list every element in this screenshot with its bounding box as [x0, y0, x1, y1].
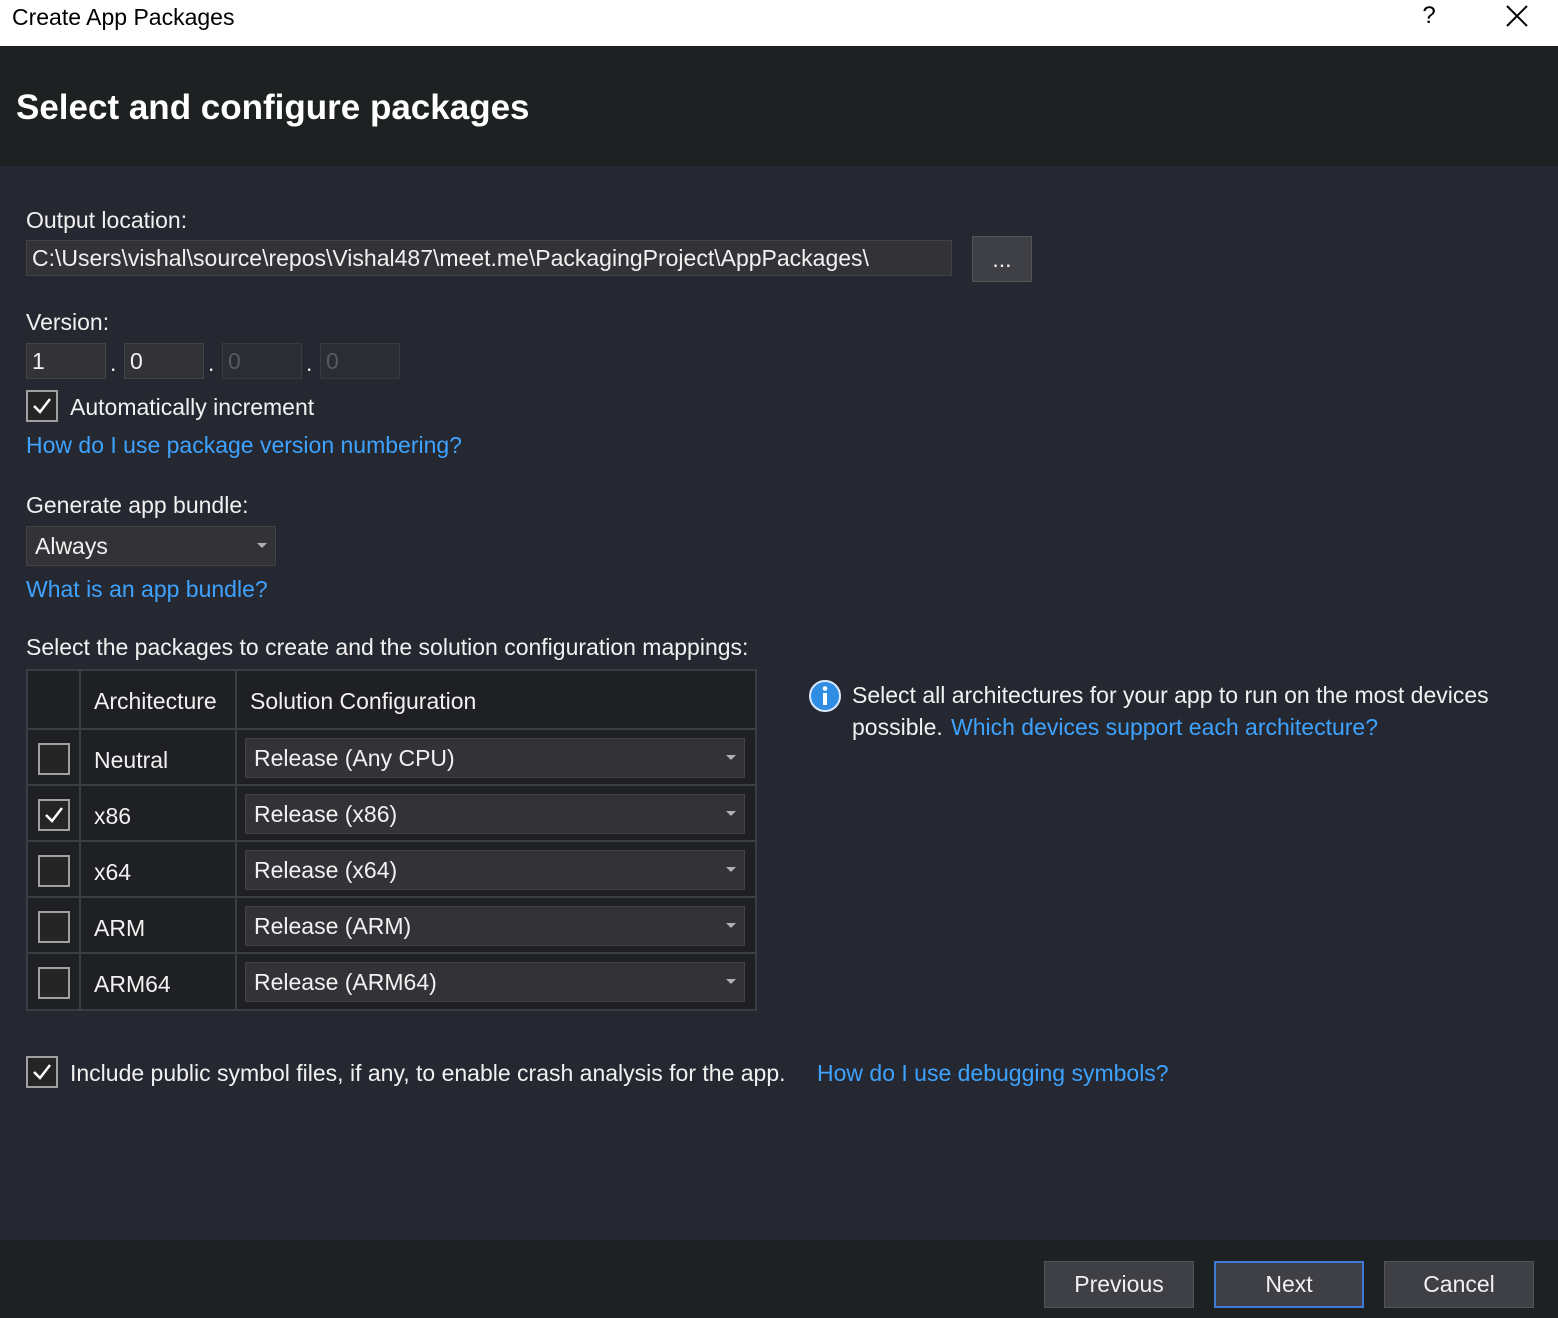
version-revision-input[interactable]: 0 — [320, 343, 400, 379]
version-separator: . — [208, 350, 215, 376]
previous-button[interactable]: Previous — [1044, 1261, 1194, 1308]
version-separator: . — [306, 350, 313, 376]
table-divider — [28, 896, 755, 898]
close-icon[interactable] — [1503, 2, 1531, 30]
include-symbols-checkbox[interactable] — [26, 1056, 58, 1088]
column-header-architecture: Architecture — [94, 688, 217, 714]
page-header: Select and configure packages — [0, 46, 1558, 166]
chevron-down-icon — [257, 543, 267, 548]
configuration-value: Release (Any CPU) — [254, 745, 455, 771]
checkmark-icon — [33, 1064, 51, 1080]
page-title: Select and configure packages — [16, 88, 530, 127]
version-minor-input[interactable]: 0 — [124, 343, 204, 379]
app-bundle-link[interactable]: What is an app bundle? — [26, 574, 268, 604]
browse-button[interactable]: ... — [972, 236, 1032, 282]
chevron-down-icon — [726, 867, 736, 872]
packages-table: Architecture Solution Configuration Neut… — [26, 669, 757, 1011]
architecture-checkbox-x86[interactable] — [38, 799, 70, 831]
title-bar: Create App Packages ? — [0, 0, 1558, 46]
chevron-down-icon — [726, 811, 736, 816]
cancel-button[interactable]: Cancel — [1384, 1261, 1534, 1308]
auto-increment-label: Automatically increment — [70, 394, 315, 420]
info-icon — [808, 679, 842, 713]
checkmark-icon — [33, 398, 51, 414]
column-header-configuration: Solution Configuration — [250, 688, 477, 714]
table-divider — [28, 952, 755, 954]
architecture-checkbox-x64[interactable] — [38, 855, 70, 887]
configuration-value: Release (ARM) — [254, 913, 412, 939]
table-divider — [28, 784, 755, 786]
checkmark-icon — [45, 807, 63, 823]
version-label: Version: — [26, 309, 110, 335]
bundle-select[interactable]: Always — [26, 526, 276, 566]
chevron-down-icon — [726, 979, 736, 984]
chevron-down-icon — [726, 755, 736, 760]
configuration-value: Release (ARM64) — [254, 969, 437, 995]
version-numbering-link[interactable]: How do I use package version numbering? — [26, 430, 462, 460]
output-location-input[interactable]: C:\Users\vishal\source\repos\Vishal487\m… — [26, 240, 952, 276]
chevron-down-icon — [726, 923, 736, 928]
configuration-select-arm64[interactable]: Release (ARM64) — [245, 962, 745, 1002]
architecture-name: ARM — [94, 915, 146, 941]
auto-increment-checkbox[interactable] — [26, 390, 58, 422]
output-location-label: Output location: — [26, 207, 188, 233]
architecture-name: ARM64 — [94, 971, 171, 997]
configuration-select-x86[interactable]: Release (x86) — [245, 794, 745, 834]
debugging-symbols-link[interactable]: How do I use debugging symbols? — [817, 1058, 1169, 1088]
include-symbols-label: Include public symbol files, if any, to … — [70, 1060, 786, 1086]
architecture-checkbox-neutral[interactable] — [38, 743, 70, 775]
dialog-footer: Previous Next Cancel — [0, 1240, 1558, 1318]
version-build-input[interactable]: 0 — [222, 343, 302, 379]
table-divider — [28, 840, 755, 842]
next-button[interactable]: Next — [1214, 1261, 1364, 1308]
bundle-select-value: Always — [35, 533, 108, 559]
configuration-value: Release (x86) — [254, 801, 398, 827]
architecture-checkbox-arm64[interactable] — [38, 967, 70, 999]
version-separator: . — [110, 350, 117, 376]
configuration-value: Release (x64) — [254, 857, 398, 883]
info-text-continued: possible. — [852, 714, 943, 740]
bundle-label: Generate app bundle: — [26, 492, 249, 518]
table-divider — [28, 728, 755, 730]
configuration-select-arm[interactable]: Release (ARM) — [245, 906, 745, 946]
configuration-select-x64[interactable]: Release (x64) — [245, 850, 745, 890]
configuration-select-neutral[interactable]: Release (Any CPU) — [245, 738, 745, 778]
architecture-name: x64 — [94, 859, 132, 885]
window-title: Create App Packages — [12, 4, 235, 30]
info-text: Select all architectures for your app to… — [852, 682, 1489, 708]
help-button[interactable]: ? — [1418, 0, 1440, 32]
architecture-support-link[interactable]: Which devices support each architecture? — [951, 712, 1378, 742]
architecture-name: Neutral — [94, 747, 169, 773]
version-major-input[interactable]: 1 — [26, 343, 106, 379]
architecture-name: x86 — [94, 803, 132, 829]
packages-label: Select the packages to create and the so… — [26, 634, 749, 660]
architecture-checkbox-arm[interactable] — [38, 911, 70, 943]
